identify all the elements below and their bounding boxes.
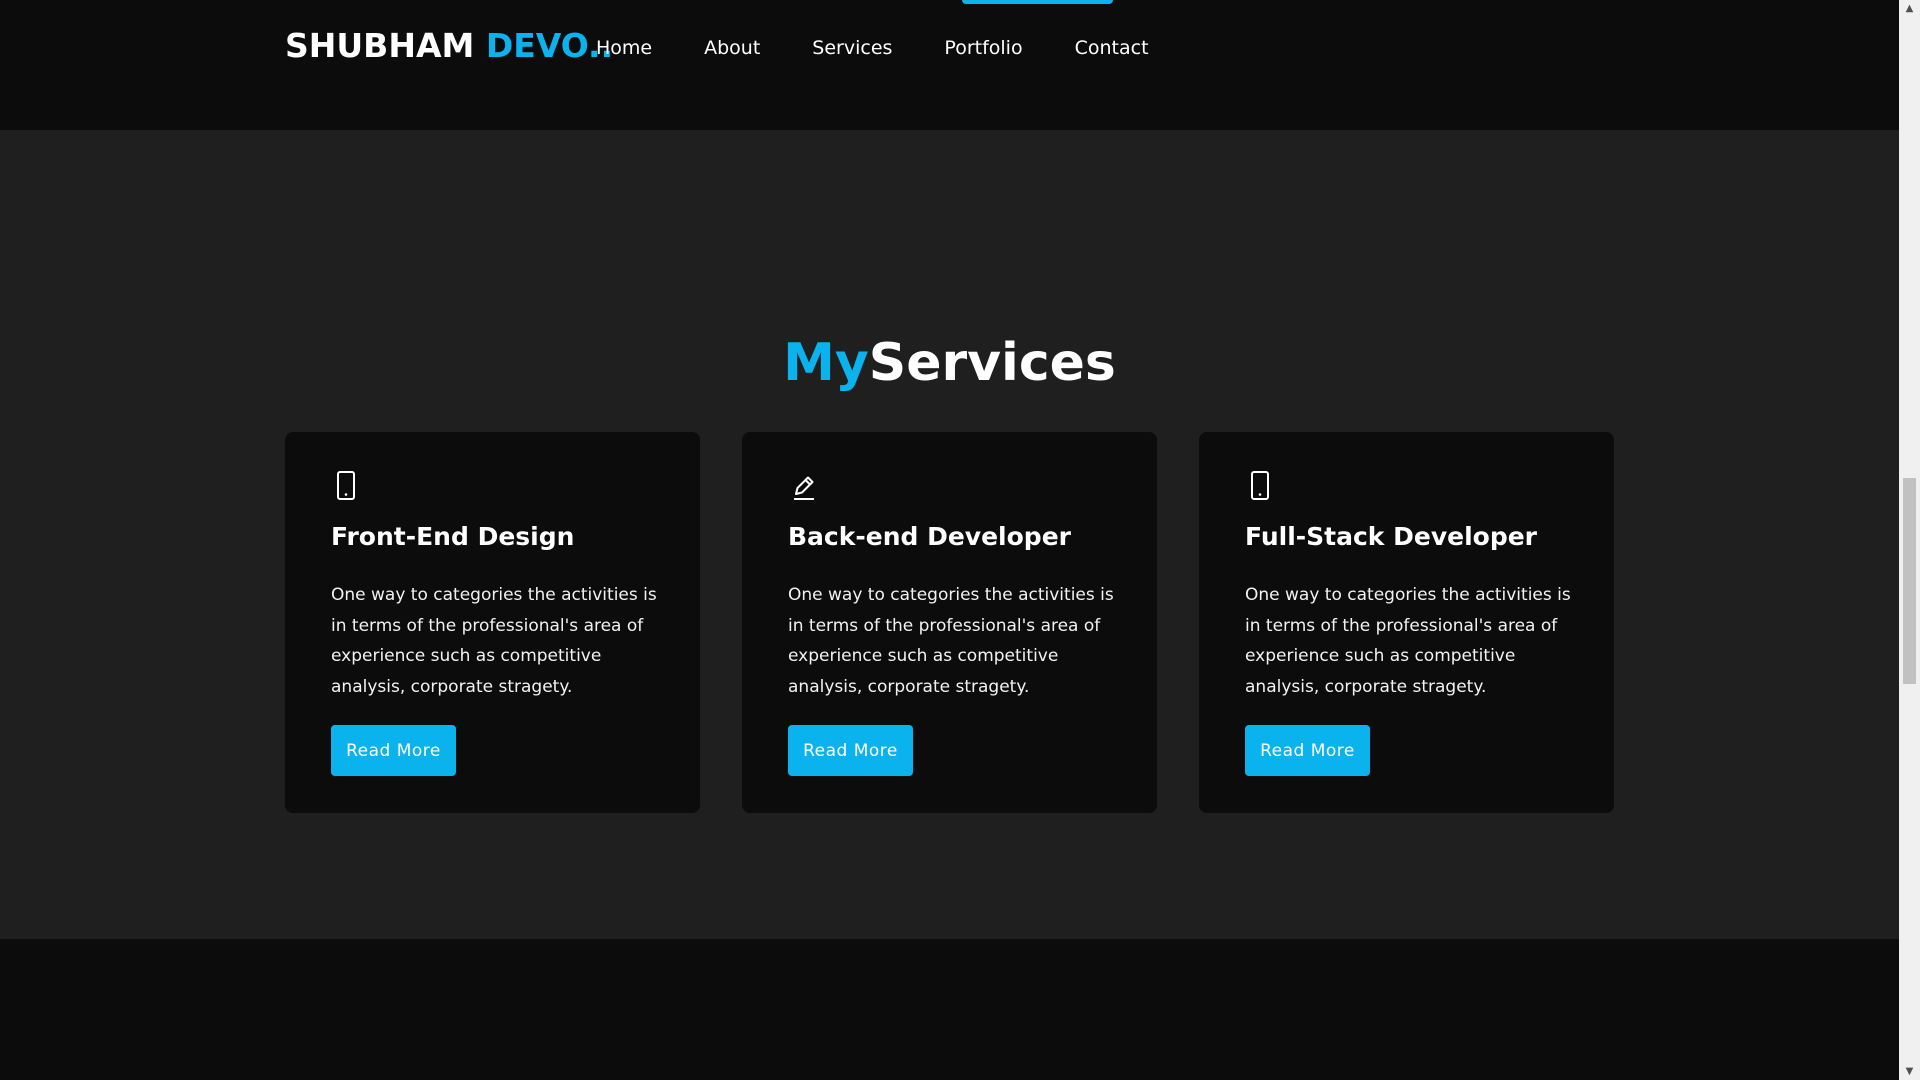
active-nav-indicator [962,0,1113,4]
section-title-main: Services [868,333,1116,394]
service-card-backend: Back-end Developer One way to categories… [742,432,1157,813]
section-title: MyServices [0,333,1899,393]
service-card-fullstack: Full-Stack Developer One way to categori… [1199,432,1614,813]
services-section: MyServices Front-End Design One way to c… [0,130,1899,939]
read-more-button[interactable]: Read More [331,725,456,776]
main-nav: Home About Services Portfolio Contact [596,37,1201,59]
logo-main-text: SHUBHAM [285,26,486,65]
mobile-icon [1251,471,1269,500]
card-text: One way to categories the activities is … [1245,585,1571,697]
read-more-button[interactable]: Read More [1245,725,1370,776]
logo-accent-text: DEVO.. [485,26,614,65]
site-header: SHUBHAM DEVO.. Home About Services Portf… [0,0,1899,130]
card-title: Full-Stack Developer [1245,522,1538,551]
nav-services-link[interactable]: Services [812,37,892,59]
read-more-button[interactable]: Read More [788,725,913,776]
site-logo[interactable]: SHUBHAM DEVO.. [285,26,613,65]
page-viewport: SHUBHAM DEVO.. Home About Services Portf… [0,0,1899,1080]
service-card-frontend: Front-End Design One way to categories t… [285,432,700,813]
card-title: Front-End Design [331,522,575,551]
card-text: One way to categories the activities is … [331,585,657,697]
pencil-icon [794,476,814,500]
card-title: Back-end Developer [788,522,1071,551]
nav-home-link[interactable]: Home [596,37,652,59]
scroll-down-icon[interactable]: ▼ [1899,1063,1920,1080]
nav-portfolio-link[interactable]: Portfolio [944,37,1022,59]
section-title-accent: My [783,333,869,394]
nav-contact-link[interactable]: Contact [1075,37,1149,59]
mobile-icon [337,471,355,500]
page-scrollbar[interactable]: ▲ ▼ [1899,0,1920,1080]
nav-about-link[interactable]: About [704,37,760,59]
scroll-up-icon[interactable]: ▲ [1899,0,1920,17]
scrollbar-thumb[interactable] [1903,478,1916,684]
card-text: One way to categories the activities is … [788,585,1114,697]
